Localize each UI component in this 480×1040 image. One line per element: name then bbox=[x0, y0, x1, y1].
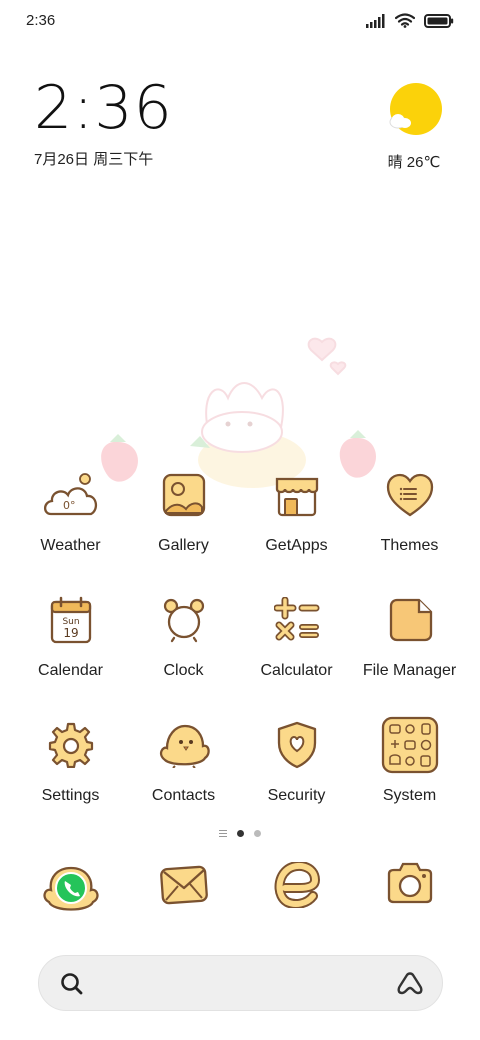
dock-phone[interactable] bbox=[14, 862, 127, 926]
app-weather[interactable]: 0° Weather bbox=[14, 465, 127, 563]
search-bar[interactable] bbox=[38, 955, 443, 1011]
status-bar: 2:36 bbox=[0, 0, 480, 42]
app-label-clock: Clock bbox=[163, 662, 204, 679]
app-clock[interactable]: Clock bbox=[127, 590, 240, 688]
heart-icon bbox=[386, 473, 433, 517]
weather-widget[interactable]: 晴 26℃ bbox=[384, 82, 444, 172]
wifi-icon bbox=[395, 13, 415, 28]
mail-icon bbox=[159, 865, 208, 905]
app-label-gallery: Gallery bbox=[158, 537, 209, 554]
page-indicator[interactable] bbox=[0, 830, 480, 837]
weather-text: 晴 26℃ bbox=[387, 154, 441, 171]
dock-mail[interactable] bbox=[127, 862, 240, 926]
app-themes[interactable]: Themes bbox=[353, 465, 466, 563]
app-settings[interactable]: Settings bbox=[14, 715, 127, 813]
dock bbox=[14, 862, 466, 926]
page-dot-active[interactable] bbox=[237, 830, 244, 837]
alarm-clock-icon bbox=[163, 598, 204, 643]
sunny-cloud-icon bbox=[389, 83, 442, 135]
clock-widget[interactable]: 2:36 7月26日 周三下午 bbox=[34, 78, 173, 169]
dock-browser[interactable] bbox=[240, 862, 353, 926]
battery-icon bbox=[424, 13, 454, 28]
app-label-security: Security bbox=[267, 787, 326, 804]
app-label-settings: Settings bbox=[41, 787, 100, 804]
status-time: 2:36 bbox=[26, 12, 56, 29]
status-icons bbox=[366, 13, 454, 28]
app-getapps[interactable]: GetApps bbox=[240, 465, 353, 563]
app-contacts[interactable]: Contacts bbox=[127, 715, 240, 813]
gear-icon bbox=[48, 722, 93, 768]
assistant-icon[interactable] bbox=[396, 971, 424, 997]
phone-icon bbox=[42, 866, 99, 911]
gallery-icon bbox=[162, 473, 205, 517]
app-calculator[interactable]: Calculator bbox=[240, 590, 353, 688]
signal-icon bbox=[366, 13, 385, 28]
page-indicator-feed[interactable] bbox=[219, 830, 227, 837]
app-security[interactable]: Security bbox=[240, 715, 353, 813]
clock-date: 7月26日 周三下午 bbox=[34, 151, 154, 168]
app-gallery[interactable]: Gallery bbox=[127, 465, 240, 563]
app-label-calendar: Calendar bbox=[38, 662, 103, 679]
dock-camera[interactable] bbox=[353, 862, 466, 926]
system-folder-icon bbox=[381, 716, 438, 774]
app-calendar[interactable]: Sun 19 Calendar bbox=[14, 590, 127, 688]
clock-time: 2:36 bbox=[34, 73, 173, 143]
app-file-manager[interactable]: File Manager bbox=[353, 590, 466, 688]
app-label-calculator: Calculator bbox=[260, 662, 333, 679]
app-label-system: System bbox=[382, 787, 437, 804]
page-dot[interactable] bbox=[254, 830, 261, 837]
app-label-themes: Themes bbox=[380, 537, 439, 554]
calculator-icon bbox=[273, 597, 319, 641]
weather-temp-label: 0° bbox=[63, 499, 76, 512]
calendar-date: 19 bbox=[63, 626, 78, 640]
folder-icon bbox=[389, 598, 432, 642]
browser-icon bbox=[274, 862, 320, 908]
app-grid: 0° Weather Gallery GetApps Themes Sun 19… bbox=[14, 465, 466, 813]
weather-cloud-icon: 0° bbox=[43, 473, 97, 516]
chick-icon bbox=[159, 724, 210, 768]
calendar-icon: Sun 19 bbox=[50, 596, 91, 644]
shield-icon bbox=[277, 721, 316, 769]
app-label-contacts: Contacts bbox=[151, 787, 216, 804]
app-system-folder[interactable]: System bbox=[353, 715, 466, 813]
store-icon bbox=[275, 477, 318, 517]
app-label-file-manager: File Manager bbox=[362, 662, 457, 679]
app-label-getapps: GetApps bbox=[265, 537, 328, 554]
app-label-weather: Weather bbox=[40, 537, 101, 554]
search-icon[interactable] bbox=[59, 971, 85, 997]
camera-icon bbox=[387, 862, 432, 904]
